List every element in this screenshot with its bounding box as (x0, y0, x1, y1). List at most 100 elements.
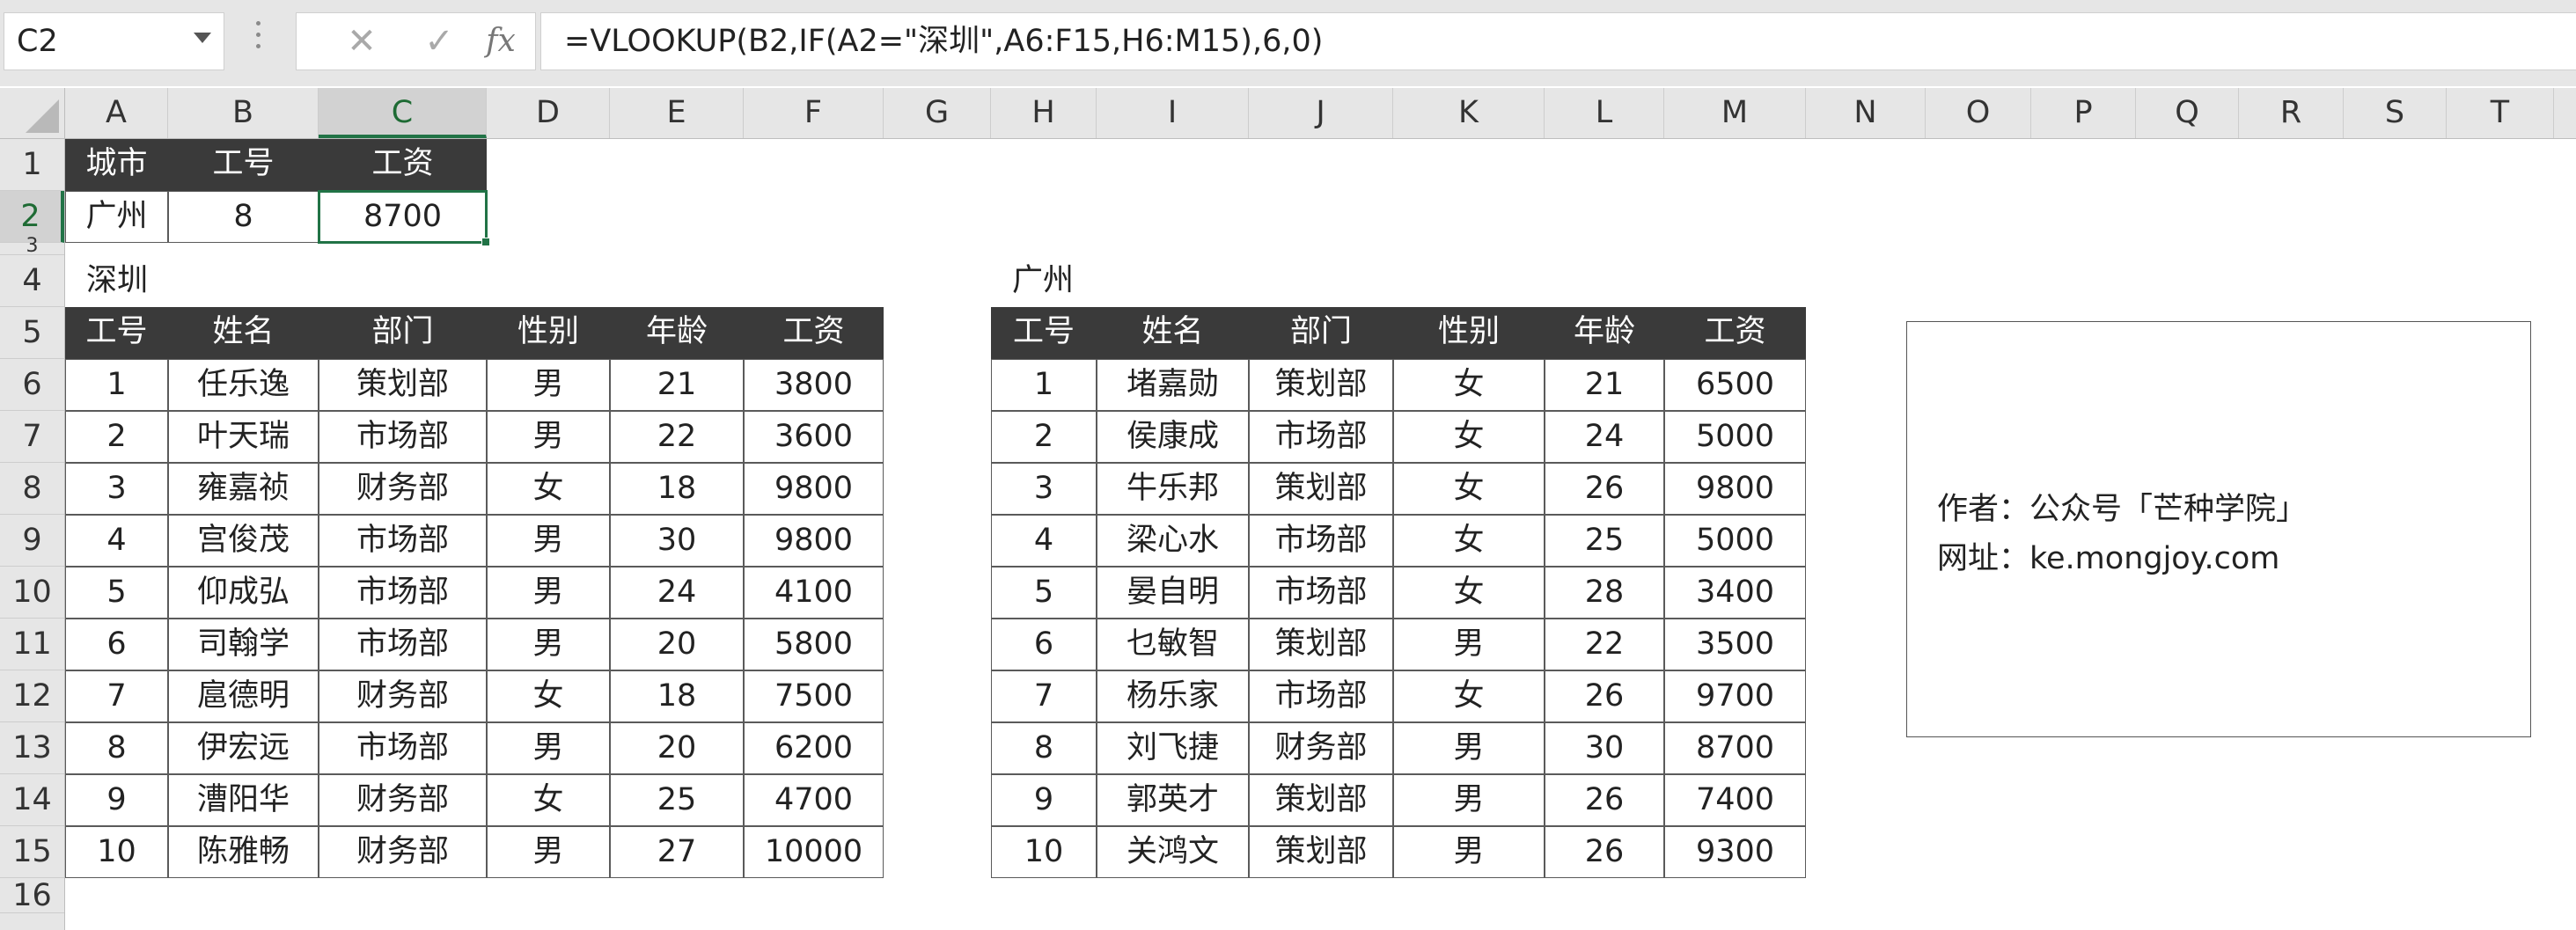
result-cell[interactable]: 8700 (319, 191, 487, 243)
shenzhen-table-cell[interactable]: 财务部 (319, 826, 487, 878)
guangzhou-table-cell[interactable]: 财务部 (1249, 722, 1393, 774)
column-header-m[interactable]: M (1664, 88, 1806, 138)
shenzhen-table-cell[interactable]: 21 (610, 359, 744, 411)
column-header-o[interactable]: O (1926, 88, 2031, 138)
guangzhou-table-cell[interactable]: 男 (1393, 826, 1545, 878)
shenzhen-table-cell[interactable]: 22 (610, 411, 744, 463)
guangzhou-table-cell[interactable]: 女 (1393, 670, 1545, 722)
shenzhen-table-cell[interactable]: 策划部 (319, 359, 487, 411)
shenzhen-table-cell[interactable]: 男 (487, 567, 610, 619)
column-header-s[interactable]: S (2344, 88, 2447, 138)
row-header-12[interactable]: 12 (0, 670, 64, 722)
shenzhen-table-cell[interactable]: 司翰学 (168, 619, 319, 670)
guangzhou-table-cell[interactable]: 6500 (1664, 359, 1806, 411)
shenzhen-table-cell[interactable]: 9 (65, 774, 168, 826)
guangzhou-table-cell[interactable]: 3400 (1664, 567, 1806, 619)
guangzhou-table-cell[interactable]: 女 (1393, 463, 1545, 515)
row-header-4[interactable]: 4 (0, 255, 64, 307)
shenzhen-table-cell[interactable]: 男 (487, 826, 610, 878)
guangzhou-table-cell[interactable]: 10 (991, 826, 1097, 878)
shenzhen-table-cell[interactable]: 财务部 (319, 670, 487, 722)
fill-handle[interactable] (481, 238, 490, 246)
guangzhou-table-cell[interactable]: 2 (991, 411, 1097, 463)
column-header-k[interactable]: K (1393, 88, 1545, 138)
shenzhen-table-cell[interactable]: 4700 (744, 774, 884, 826)
guangzhou-table-cell[interactable]: 女 (1393, 567, 1545, 619)
row-header-16[interactable]: 16 (0, 878, 64, 913)
lookup-value-cell[interactable]: 8 (168, 191, 319, 243)
shenzhen-table-cell[interactable]: 任乐逸 (168, 359, 319, 411)
shenzhen-table-cell[interactable]: 4 (65, 515, 168, 567)
enter-icon[interactable]: ✓ (413, 13, 466, 70)
guangzhou-table-cell[interactable]: 8700 (1664, 722, 1806, 774)
name-box[interactable]: C2 (4, 12, 224, 70)
shenzhen-table-cell[interactable]: 24 (610, 567, 744, 619)
row-header-7[interactable]: 7 (0, 411, 64, 463)
column-header-n[interactable]: N (1806, 88, 1926, 138)
shenzhen-header-cell[interactable]: 性别 (487, 307, 610, 359)
column-header-p[interactable]: P (2031, 88, 2136, 138)
cancel-icon[interactable]: ✕ (335, 13, 388, 70)
guangzhou-table-cell[interactable]: 堵嘉勋 (1097, 359, 1249, 411)
guangzhou-table-cell[interactable]: 5 (991, 567, 1097, 619)
shenzhen-header-cell[interactable]: 部门 (319, 307, 487, 359)
guangzhou-table-cell[interactable]: 4 (991, 515, 1097, 567)
insert-function-icon[interactable]: fx (474, 13, 527, 70)
more-options-icon[interactable] (253, 21, 262, 60)
guangzhou-table-cell[interactable]: 9800 (1664, 463, 1806, 515)
row-header-15[interactable]: 15 (0, 826, 64, 878)
guangzhou-table-cell[interactable]: 策划部 (1249, 619, 1393, 670)
guangzhou-table-cell[interactable]: 8 (991, 722, 1097, 774)
name-box-dropdown-icon[interactable] (194, 33, 211, 43)
guangzhou-table-cell[interactable]: 26 (1545, 826, 1664, 878)
guangzhou-table-cell[interactable]: 侯康成 (1097, 411, 1249, 463)
guangzhou-table-cell[interactable]: 22 (1545, 619, 1664, 670)
shenzhen-table-cell[interactable]: 30 (610, 515, 744, 567)
shenzhen-table-cell[interactable]: 市场部 (319, 567, 487, 619)
info-text-box[interactable]: 作者：公众号「芒种学院」 网址：ke.mongjoy.com (1906, 321, 2531, 737)
column-header-i[interactable]: I (1097, 88, 1249, 138)
guangzhou-table-cell[interactable]: 市场部 (1249, 515, 1393, 567)
lookup-value-cell[interactable]: 广州 (65, 191, 168, 243)
column-header-g[interactable]: G (884, 88, 991, 138)
guangzhou-table-cell[interactable]: 1 (991, 359, 1097, 411)
row-header-5[interactable]: 5 (0, 307, 64, 359)
row-header-13[interactable]: 13 (0, 722, 64, 774)
guangzhou-table-cell[interactable]: 梁心水 (1097, 515, 1249, 567)
shenzhen-table-cell[interactable]: 男 (487, 411, 610, 463)
guangzhou-table-cell[interactable]: 女 (1393, 515, 1545, 567)
guangzhou-table-cell[interactable]: 3500 (1664, 619, 1806, 670)
shenzhen-table-cell[interactable]: 9800 (744, 463, 884, 515)
shenzhen-table-cell[interactable]: 25 (610, 774, 744, 826)
shenzhen-table-cell[interactable]: 8 (65, 722, 168, 774)
row-header-8[interactable]: 8 (0, 463, 64, 515)
guangzhou-table-cell[interactable]: 3 (991, 463, 1097, 515)
guangzhou-table-cell[interactable]: 市场部 (1249, 411, 1393, 463)
shenzhen-table-cell[interactable]: 雍嘉祯 (168, 463, 319, 515)
row-header-10[interactable]: 10 (0, 567, 64, 619)
guangzhou-table-cell[interactable]: 26 (1545, 463, 1664, 515)
shenzhen-header-cell[interactable]: 工号 (65, 307, 168, 359)
guangzhou-table-cell[interactable]: 关鸿文 (1097, 826, 1249, 878)
column-header-t[interactable]: T (2447, 88, 2554, 138)
guangzhou-table-cell[interactable]: 郭英才 (1097, 774, 1249, 826)
formula-input[interactable]: =VLOOKUP(B2,IF(A2="深圳",A6:F15,H6:M15),6,… (540, 12, 2576, 70)
guangzhou-table-cell[interactable]: 26 (1545, 774, 1664, 826)
guangzhou-table-cell[interactable]: 男 (1393, 722, 1545, 774)
shenzhen-table-cell[interactable]: 女 (487, 670, 610, 722)
row-header-3[interactable]: 3 (0, 237, 64, 256)
guangzhou-table-cell[interactable]: 26 (1545, 670, 1664, 722)
guangzhou-table-cell[interactable]: 市场部 (1249, 567, 1393, 619)
row-header-6[interactable]: 6 (0, 359, 64, 411)
shenzhen-table-cell[interactable]: 财务部 (319, 774, 487, 826)
column-header-a[interactable]: A (65, 88, 168, 138)
guangzhou-table-cell[interactable]: 24 (1545, 411, 1664, 463)
shenzhen-table-cell[interactable]: 市场部 (319, 411, 487, 463)
shenzhen-header-cell[interactable]: 工资 (744, 307, 884, 359)
guangzhou-header-cell[interactable]: 部门 (1249, 307, 1393, 359)
guangzhou-table-cell[interactable]: 5000 (1664, 411, 1806, 463)
shenzhen-table-cell[interactable]: 市场部 (319, 619, 487, 670)
shenzhen-table-cell[interactable]: 7 (65, 670, 168, 722)
shenzhen-table-cell[interactable]: 2 (65, 411, 168, 463)
guangzhou-header-cell[interactable]: 性别 (1393, 307, 1545, 359)
